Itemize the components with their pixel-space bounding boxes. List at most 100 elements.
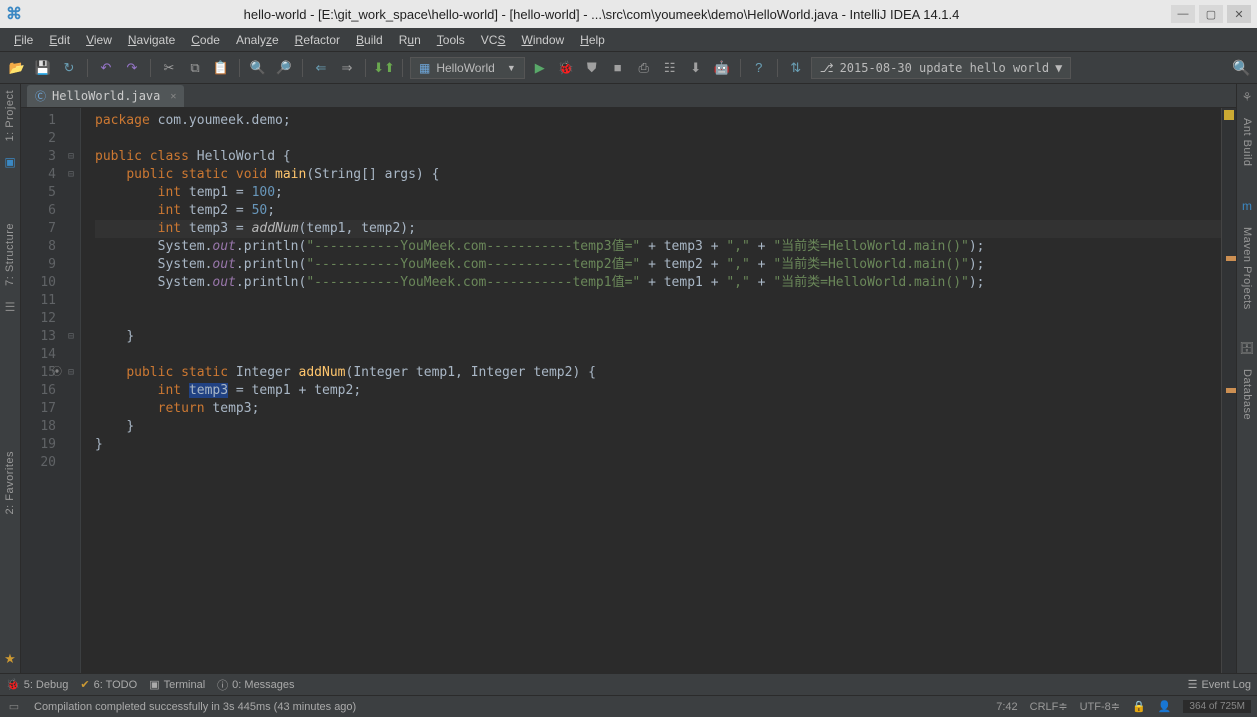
code-line[interactable]: public static void main(String[] args) { [95, 166, 1221, 184]
line-number[interactable]: 5 [25, 184, 56, 202]
warning-marker[interactable] [1226, 256, 1236, 261]
line-number[interactable]: 1 [25, 112, 56, 130]
code-line[interactable]: package com.youmeek.demo; [95, 112, 1221, 130]
run-icon[interactable]: ▶ [529, 57, 551, 79]
tool-event-log[interactable]: ☰ Event Log [1188, 678, 1251, 691]
code-line[interactable] [95, 454, 1221, 472]
fold-toggle-icon[interactable]: ⊟ [68, 364, 74, 382]
encoding[interactable]: UTF-8≑ [1080, 700, 1120, 713]
warning-marker[interactable] [1226, 388, 1236, 393]
line-number[interactable]: 8 [25, 238, 56, 256]
cursor-position[interactable]: 7:42 [996, 701, 1017, 713]
attach-icon[interactable]: ⎙ [633, 57, 655, 79]
line-number[interactable]: 11 [25, 292, 56, 310]
fold-toggle-icon[interactable]: ⊟ [68, 166, 74, 184]
forward-icon[interactable]: ⇒ [336, 57, 358, 79]
code-line[interactable]: System.out.println("-----------YouMeek.c… [95, 256, 1221, 274]
code-line[interactable]: } [95, 418, 1221, 436]
line-number[interactable]: 7 [25, 220, 56, 238]
replace-icon[interactable]: 🔎 [273, 57, 295, 79]
tool-database[interactable]: Database [1241, 369, 1253, 420]
code-line[interactable]: public class HelloWorld { [95, 148, 1221, 166]
save-all-icon[interactable]: 💾 [32, 57, 54, 79]
back-icon[interactable]: ⇐ [310, 57, 332, 79]
vcs-update-icon[interactable]: ⇅ [785, 57, 807, 79]
menu-navigate[interactable]: Navigate [120, 31, 183, 49]
line-number[interactable]: 17 [25, 400, 56, 418]
line-number[interactable]: 6 [25, 202, 56, 220]
debug-icon[interactable]: 🐞 [555, 57, 577, 79]
menu-view[interactable]: View [78, 31, 120, 49]
line-number[interactable]: 4 [25, 166, 56, 184]
menu-help[interactable]: Help [572, 31, 613, 49]
tool-terminal[interactable]: ▣ Terminal [149, 678, 205, 691]
tool-ant[interactable]: Ant Build [1241, 118, 1253, 167]
line-number[interactable]: 19 [25, 436, 56, 454]
code-line[interactable]: System.out.println("-----------YouMeek.c… [95, 238, 1221, 256]
close-button[interactable]: ✕ [1227, 5, 1251, 23]
menu-build[interactable]: Build [348, 31, 391, 49]
menu-tools[interactable]: Tools [429, 31, 473, 49]
line-number[interactable]: 14 [25, 346, 56, 364]
code-line[interactable]: int temp3 = temp1 + temp2; [95, 382, 1221, 400]
run-config-select[interactable]: ▦ HelloWorld ▼ [410, 57, 525, 79]
tool-favorites[interactable]: 2: Favorites [4, 451, 16, 514]
code-line[interactable]: int temp2 = 50; [95, 202, 1221, 220]
copy-icon[interactable]: ⧉ [184, 57, 206, 79]
menu-vcs[interactable]: VCS [473, 31, 514, 49]
maximize-button[interactable]: ▢ [1199, 5, 1223, 23]
vcs-branch-select[interactable]: ⎇ 2015-08-30 update hello world ▼ [811, 57, 1072, 79]
stop-icon[interactable]: ■ [607, 57, 629, 79]
tool-messages[interactable]: ⓘ 0: Messages [217, 677, 294, 693]
line-number[interactable]: 13 [25, 328, 56, 346]
code-line[interactable]: return temp3; [95, 400, 1221, 418]
code-line[interactable] [95, 292, 1221, 310]
close-tab-icon[interactable]: ✕ [170, 91, 176, 102]
code-line[interactable]: System.out.println("-----------YouMeek.c… [95, 274, 1221, 292]
code-line[interactable]: public static Integer addNum(Integer tem… [95, 364, 1221, 382]
paste-icon[interactable]: 📋 [210, 57, 232, 79]
menu-file[interactable]: File [6, 31, 41, 49]
cut-icon[interactable]: ✂ [158, 57, 180, 79]
help-icon[interactable]: ? [748, 57, 770, 79]
search-everywhere-icon[interactable]: 🔍 [1232, 59, 1251, 77]
tool-project[interactable]: 1: Project [4, 90, 16, 141]
fold-toggle-icon[interactable]: ⊟ [68, 148, 74, 166]
line-number[interactable]: 18 [25, 418, 56, 436]
line-number[interactable]: 10 [25, 274, 56, 292]
code-line[interactable] [95, 310, 1221, 328]
open-icon[interactable]: 📂 [6, 57, 28, 79]
line-number[interactable]: 16 [25, 382, 56, 400]
code-line[interactable]: int temp1 = 100; [95, 184, 1221, 202]
find-icon[interactable]: 🔍 [247, 57, 269, 79]
sync-icon[interactable]: ↻ [58, 57, 80, 79]
line-number[interactable]: 3 [25, 148, 56, 166]
code-line[interactable]: } [95, 436, 1221, 454]
file-tab-helloworld[interactable]: Ⓒ HelloWorld.java ✕ [27, 85, 184, 107]
tool-maven[interactable]: Maven Projects [1241, 227, 1253, 310]
code-area[interactable]: package com.youmeek.demo; public class He… [81, 108, 1222, 673]
inspect-icon[interactable]: 👤 [1158, 700, 1172, 713]
menu-analyze[interactable]: Analyze [228, 31, 287, 49]
undo-icon[interactable]: ↶ [95, 57, 117, 79]
gutter[interactable]: 1234567891011121314151617181920⊟⊟⊟⊟⦿ [21, 108, 81, 673]
code-line[interactable] [95, 130, 1221, 148]
fold-toggle-icon[interactable]: ⊟ [68, 328, 74, 346]
inspection-gutter-icon[interactable]: ⦿ [52, 364, 62, 382]
lock-icon[interactable]: 🔒 [1132, 700, 1146, 713]
tool-todo[interactable]: ✔ 6: TODO [80, 678, 137, 691]
menu-edit[interactable]: Edit [41, 31, 78, 49]
make-icon[interactable]: ⬇⬆ [373, 57, 395, 79]
sdk-icon[interactable]: ⬇ [685, 57, 707, 79]
tool-structure[interactable]: 7: Structure [4, 223, 16, 286]
menu-run[interactable]: Run [391, 31, 429, 49]
tool-window-toggle-icon[interactable]: ▭ [6, 700, 22, 713]
memory-indicator[interactable]: 364 of 725M [1183, 700, 1251, 713]
line-number[interactable]: 20 [25, 454, 56, 472]
avd-icon[interactable]: ☷ [659, 57, 681, 79]
minimize-button[interactable]: — [1171, 5, 1195, 23]
coverage-icon[interactable]: ⛊ [581, 57, 603, 79]
android-icon[interactable]: 🤖 [711, 57, 733, 79]
line-number[interactable]: 2 [25, 130, 56, 148]
menu-refactor[interactable]: Refactor [287, 31, 348, 49]
